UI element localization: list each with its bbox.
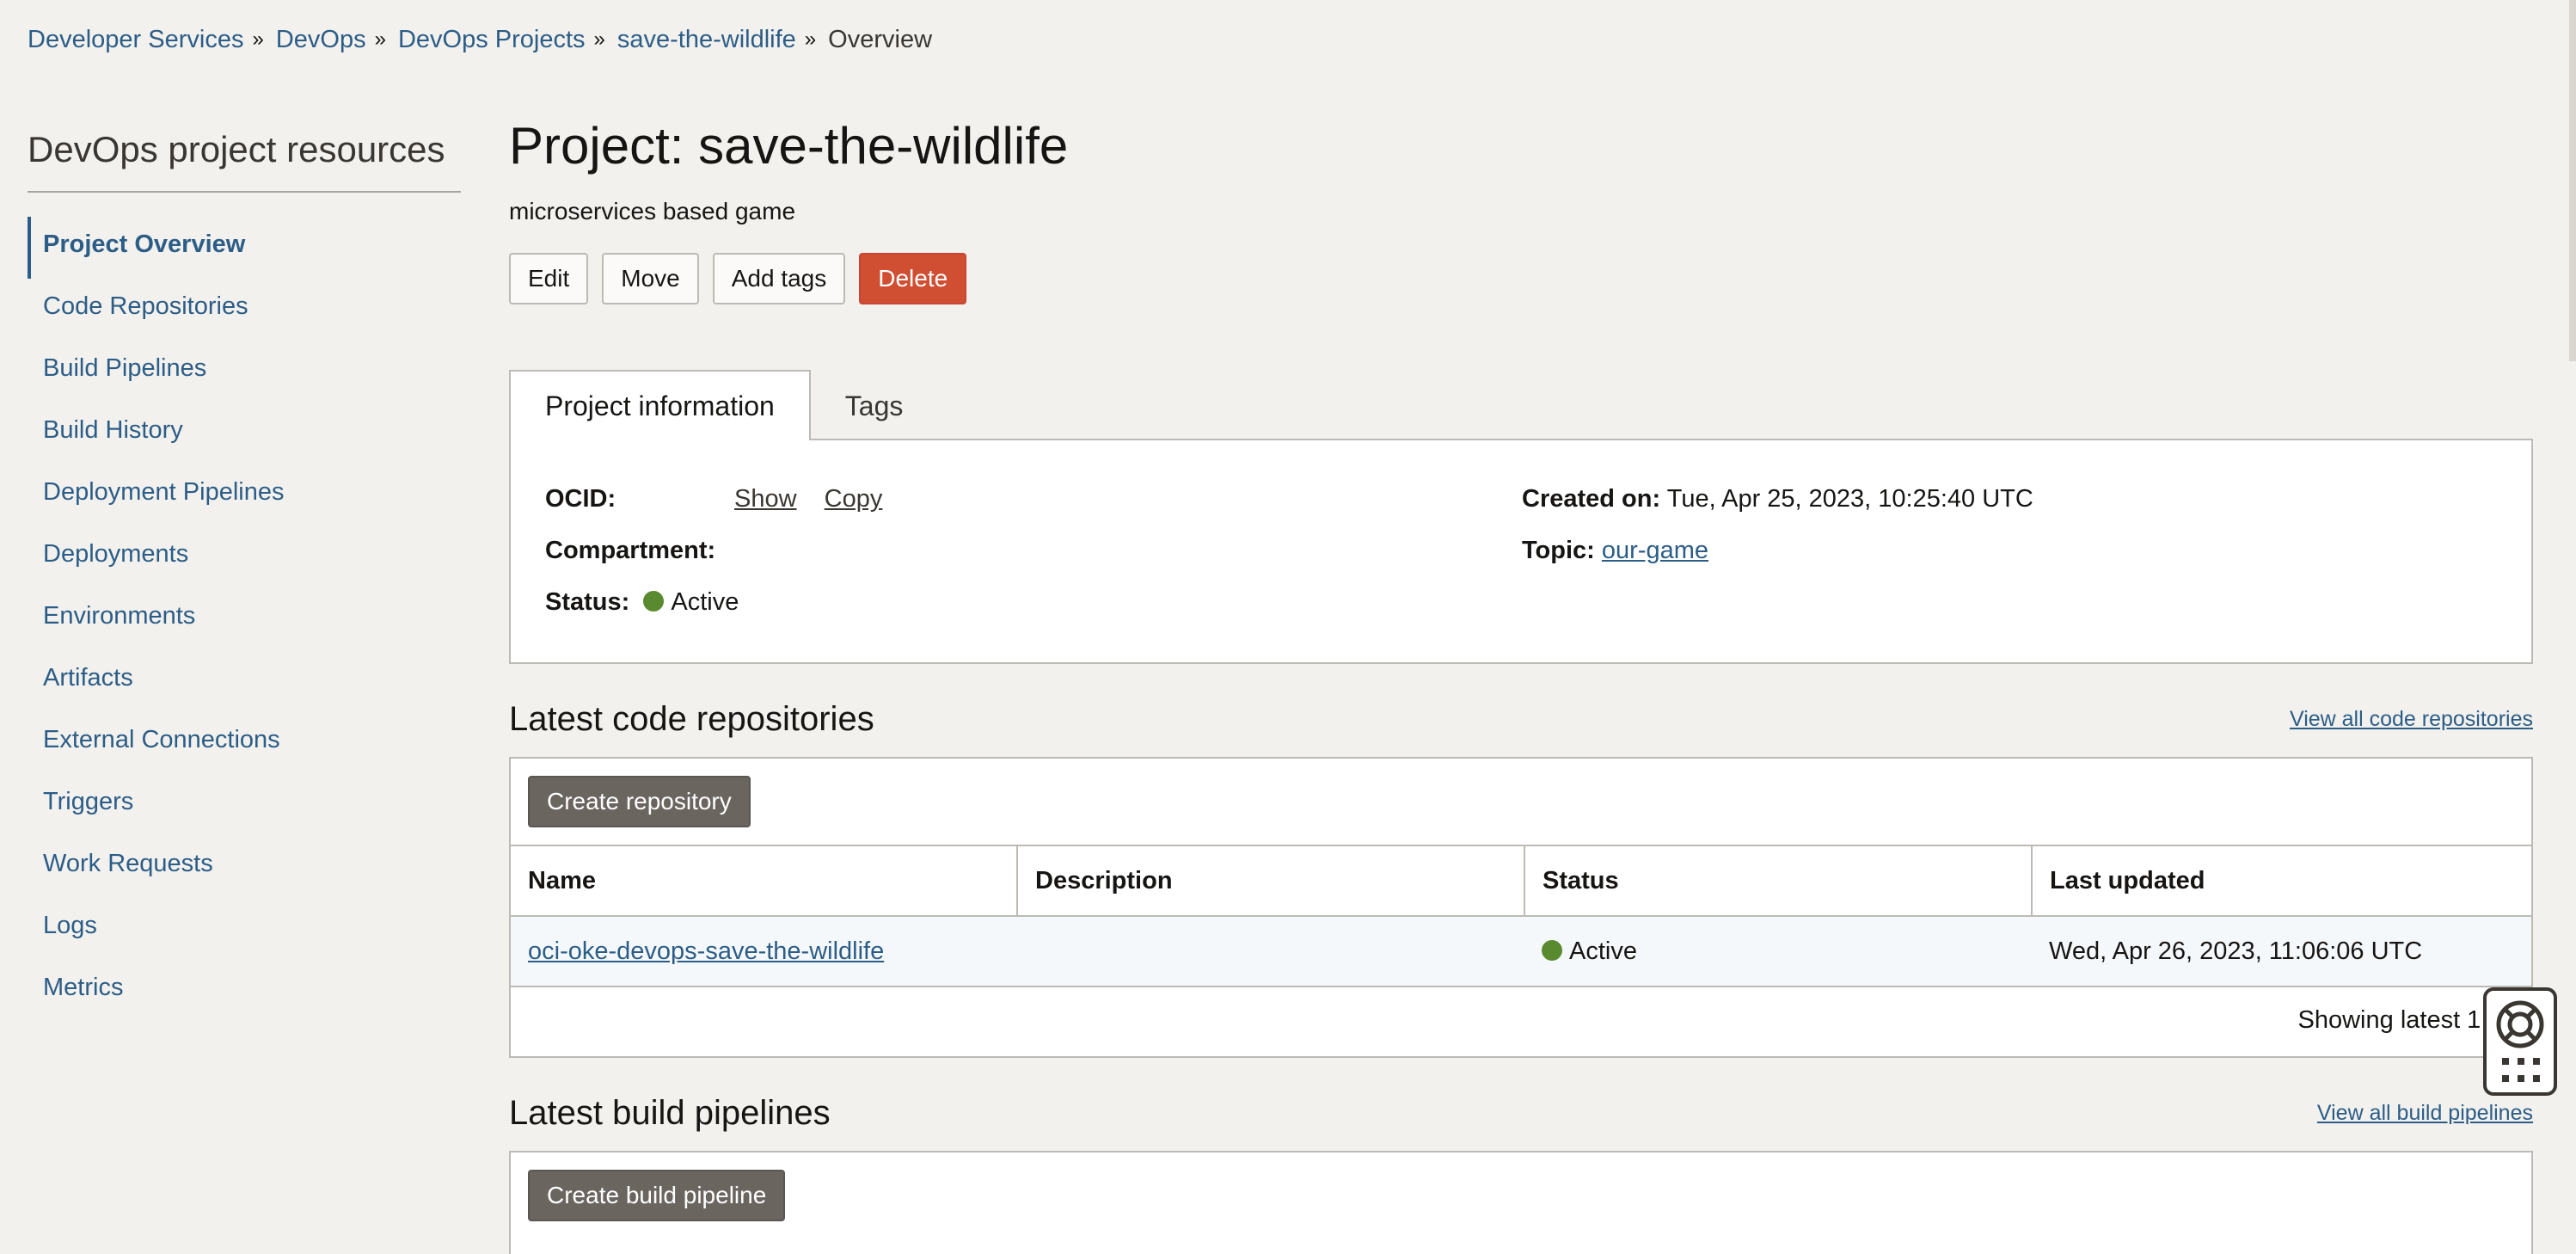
repositories-table: Create repository Name Description Statu… <box>509 757 2533 1058</box>
breadcrumb-devops-projects[interactable]: DevOps Projects <box>398 22 586 57</box>
status-active-icon <box>643 591 665 612</box>
main-content: Project: save-the-wildlife microservices… <box>509 112 2533 1254</box>
topic-row: Topic: our-game <box>1522 533 1708 568</box>
sidebar-item-external-connections[interactable]: External Connections <box>28 712 461 774</box>
repositories-toolbar: Create repository <box>511 759 2531 846</box>
breadcrumb-devops[interactable]: DevOps <box>276 22 366 57</box>
create-build-pipeline-button[interactable]: Create build pipeline <box>528 1170 786 1221</box>
view-all-pipelines-link[interactable]: View all build pipelines <box>2317 1101 2533 1126</box>
tab-tags[interactable]: Tags <box>811 372 938 440</box>
sidebar-nav: Project Overview Code Repositories Build… <box>28 217 461 1022</box>
add-tags-button[interactable]: Add tags <box>712 253 846 304</box>
breadcrumb-developer-services[interactable]: Developer Services <box>28 22 243 57</box>
tab-project-information[interactable]: Project information <box>509 370 811 440</box>
status-row: Status: Active <box>545 585 739 619</box>
repo-status-icon <box>1542 939 1562 961</box>
sidebar-item-metrics[interactable]: Metrics <box>28 960 461 1022</box>
showing-count: Showing latest 1 ite <box>2297 1006 2514 1034</box>
created-row: Created on: Tue, Apr 25, 2023, 10:25:40 … <box>1522 482 2033 516</box>
repo-status-value: Active <box>1569 937 1637 965</box>
sidebar-item-deployments[interactable]: Deployments <box>28 526 461 588</box>
ocid-show-link[interactable]: Show <box>734 485 797 513</box>
created-value: Tue, Apr 25, 2023, 10:25:40 UTC <box>1666 485 2033 513</box>
repo-status-cell: Active <box>1524 916 2032 987</box>
breadcrumb: Developer Services » DevOps » DevOps Pro… <box>28 22 932 57</box>
breadcrumb-separator: » <box>252 28 264 51</box>
breadcrumb-separator: » <box>593 28 605 51</box>
column-last-updated[interactable]: Last updated <box>2032 846 2531 917</box>
sidebar-item-artifacts[interactable]: Artifacts <box>28 650 461 712</box>
pipelines-title: Latest build pipelines <box>509 1094 831 1132</box>
pipelines-table: Create build pipeline <box>509 1151 2533 1254</box>
sidebar-title: DevOps project resources <box>28 129 461 193</box>
sidebar-item-build-pipelines[interactable]: Build Pipelines <box>28 341 461 403</box>
repo-name-link[interactable]: oci-oke-devops-save-the-wildlife <box>528 937 884 965</box>
breadcrumb-separator: » <box>804 28 817 51</box>
topic-label: Topic: <box>1522 537 1595 564</box>
sidebar-item-build-history[interactable]: Build History <box>28 403 461 464</box>
sidebar-item-deployment-pipelines[interactable]: Deployment Pipelines <box>28 464 461 526</box>
table-header-row: Name Description Status Last updated <box>511 846 2531 917</box>
page-scrollbar[interactable] <box>2569 0 2576 361</box>
project-information-panel: OCID: Show Copy Compartment: Status: Act… <box>509 439 2533 664</box>
column-description[interactable]: Description <box>1017 846 1525 917</box>
ocid-actions: Show Copy <box>734 482 882 516</box>
breadcrumb-current: Overview <box>828 26 933 53</box>
lifebuoy-icon[interactable] <box>2495 999 2545 1049</box>
ocid-copy-link[interactable]: Copy <box>825 485 883 513</box>
compartment-label: Compartment: <box>545 537 716 564</box>
ocid-row: OCID: <box>545 482 616 516</box>
grid-icon[interactable] <box>2502 1058 2540 1084</box>
project-description: microservices based game <box>509 198 796 224</box>
sidebar-item-environments[interactable]: Environments <box>28 588 461 650</box>
ocid-label: OCID: <box>545 485 616 513</box>
repositories-grid: Name Description Status Last updated oci… <box>511 846 2531 987</box>
repo-updated-cell: Wed, Apr 26, 2023, 11:06:06 UTC <box>2032 916 2531 987</box>
sidebar-item-work-requests[interactable]: Work Requests <box>28 836 461 898</box>
table-row: oci-oke-devops-save-the-wildlife Active … <box>511 916 2531 987</box>
delete-button[interactable]: Delete <box>859 253 967 304</box>
edit-button[interactable]: Edit <box>509 253 589 304</box>
pipelines-toolbar: Create build pipeline <box>511 1153 2531 1239</box>
status-label: Status: <box>545 588 630 616</box>
column-name[interactable]: Name <box>511 846 1018 917</box>
repositories-section-header: Latest code repositories View all code r… <box>509 693 2533 745</box>
view-all-repositories-link[interactable]: View all code repositories <box>2290 707 2533 732</box>
repo-description-cell <box>1017 916 1524 987</box>
sidebar-item-code-repositories[interactable]: Code Repositories <box>28 279 461 341</box>
help-widget[interactable] <box>2483 987 2557 1096</box>
compartment-row: Compartment: <box>545 533 715 568</box>
page-title: Project: save-the-wildlife <box>509 117 1069 175</box>
sidebar-item-project-overview[interactable]: Project Overview <box>28 217 461 279</box>
pipelines-section-header: Latest build pipelines View all build pi… <box>509 1087 2533 1139</box>
status-value: Active <box>671 588 739 616</box>
sidebar-item-logs[interactable]: Logs <box>28 898 461 960</box>
topic-link[interactable]: our-game <box>1602 537 1708 564</box>
sidebar: DevOps project resources Project Overvie… <box>28 129 461 1022</box>
project-actions: Edit Move Add tags Delete <box>509 253 2533 304</box>
tab-bar: Project information Tags <box>509 370 2533 440</box>
create-repository-button[interactable]: Create repository <box>528 776 751 827</box>
created-label: Created on: <box>1522 485 1661 513</box>
breadcrumb-project[interactable]: save-the-wildlife <box>617 22 796 57</box>
move-button[interactable]: Move <box>602 253 699 304</box>
sidebar-item-triggers[interactable]: Triggers <box>28 774 461 836</box>
repositories-title: Latest code repositories <box>509 700 874 738</box>
breadcrumb-separator: » <box>374 28 386 51</box>
table-footer: Showing latest 1 ite <box>511 987 2531 1056</box>
column-status[interactable]: Status <box>1524 846 2033 917</box>
repo-name-cell: oci-oke-devops-save-the-wildlife <box>511 916 1017 987</box>
